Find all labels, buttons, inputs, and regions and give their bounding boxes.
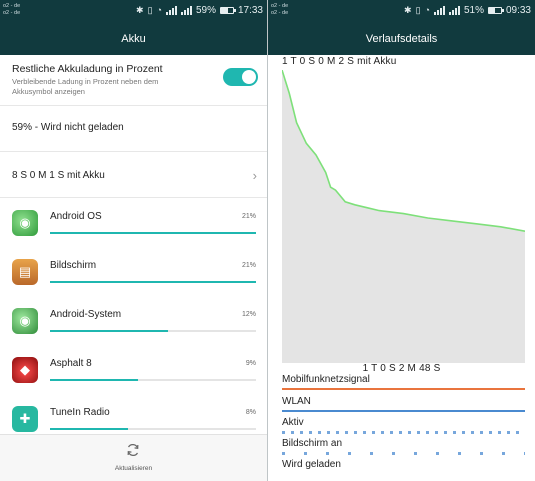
lane-bar <box>282 388 525 390</box>
bluetooth-icon: ✱ <box>136 5 144 15</box>
battery-percent: 59% <box>195 4 216 16</box>
lane-activity-marks <box>282 452 525 455</box>
carrier-label: o2 - de <box>271 3 289 9</box>
lane-label: Bildschirm an <box>282 438 343 449</box>
bottom-bar: Aktualisieren <box>0 434 267 481</box>
lane-label: Wird geladen <box>282 459 341 470</box>
usage-bar <box>50 232 256 234</box>
app-name: TuneIn Radio <box>50 407 110 418</box>
battery-percent-toggle-row[interactable]: Restliche Akkuladung in Prozent Verbleib… <box>0 55 267 106</box>
lane-label: Aktiv <box>282 417 304 428</box>
usage-bar <box>50 330 256 332</box>
battery-icon <box>219 6 236 14</box>
status-bar: o2 - de o2 - de ✱ ▯ ◔ 51% 09:33 <box>268 0 535 22</box>
asphalt-icon: ◆ <box>12 357 38 383</box>
charge-status-row: 59% - Wird nicht geladen <box>0 106 267 152</box>
toggle-subtitle: Verbleibende Ladung in Prozent neben dem… <box>12 77 159 96</box>
bluetooth-icon: ✱ <box>404 5 412 15</box>
signal-icon <box>433 5 445 15</box>
usage-duration-row[interactable]: 8 S 0 M 1 S mit Akku › <box>0 152 267 198</box>
clock: 09:33 <box>505 4 531 16</box>
android-os-icon: ◉ <box>12 210 38 236</box>
wifi-icon: ◔ <box>156 5 162 15</box>
signal-icon <box>448 5 460 15</box>
carrier-label: o2 - de <box>3 3 21 9</box>
app-name: Bildschirm <box>50 260 97 271</box>
battery-screen: o2 - de o2 - de ✱ ▯ ◔ 59% 17:33 Akku Res… <box>0 0 267 481</box>
usage-bar <box>50 281 256 283</box>
usage-bar-fill <box>50 281 256 283</box>
vibrate-icon: ▯ <box>147 5 153 15</box>
usage-duration: 8 S 0 M 1 S mit Akku <box>12 170 105 181</box>
app-usage-item[interactable]: ▤ Bildschirm 21% <box>0 247 267 296</box>
display-icon: ▤ <box>12 259 38 285</box>
app-name: Asphalt 8 <box>50 358 92 369</box>
page-title: Verlaufsdetails <box>268 22 535 55</box>
app-percent: 21% <box>241 262 256 269</box>
status-bar: o2 - de o2 - de ✱ ▯ ◔ 59% 17:33 <box>0 0 267 22</box>
toggle-title: Restliche Akkuladung in Prozent <box>12 63 163 75</box>
lane-label: WLAN <box>282 396 311 407</box>
refresh-icon[interactable] <box>126 443 140 457</box>
clock: 17:33 <box>237 4 263 16</box>
app-name: Android OS <box>50 211 102 222</box>
app-percent: 21% <box>241 213 256 220</box>
chevron-right-icon: › <box>252 168 257 183</box>
usage-bar-fill <box>50 428 129 430</box>
usage-bar-fill <box>50 232 256 234</box>
android-system-icon: ◉ <box>12 308 38 334</box>
vibrate-icon: ▯ <box>415 5 421 15</box>
signal-icon <box>180 5 192 15</box>
usage-bar-fill <box>50 330 168 332</box>
history-duration-bottom: 1 T 0 S 2 M 48 S <box>362 363 441 374</box>
tunein-icon: ✚ <box>12 406 38 432</box>
carrier-label: o2 - de <box>271 10 289 16</box>
app-usage-item[interactable]: ◉ Android-System 12% <box>0 296 267 345</box>
history-details-screen: o2 - de o2 - de ✱ ▯ ◔ 51% 09:33 Verlaufs… <box>268 0 535 481</box>
app-usage-item[interactable]: ◉ Android OS 21% <box>0 198 267 247</box>
battery-percent: 51% <box>463 4 484 16</box>
lane-bar <box>282 410 525 412</box>
app-name: Android-System <box>50 309 122 320</box>
app-percent: 12% <box>241 311 256 318</box>
carrier-label: o2 - de <box>3 10 21 16</box>
usage-bar <box>50 428 256 430</box>
app-percent: 9% <box>245 360 256 367</box>
lane-activity-marks <box>282 431 525 434</box>
app-percent: 8% <box>245 409 256 416</box>
battery-percent-switch[interactable] <box>223 68 258 86</box>
battery-icon <box>487 6 504 14</box>
app-usage-item[interactable]: ◆ Asphalt 8 9% <box>0 345 267 394</box>
refresh-label[interactable]: Aktualisieren <box>0 465 267 472</box>
lane-label: Mobilfunknetzsignal <box>282 374 370 385</box>
history-duration-top: 1 T 0 S 0 M 2 S mit Akku <box>282 56 397 67</box>
signal-icon <box>165 5 177 15</box>
usage-bar-fill <box>50 379 139 381</box>
battery-history-chart <box>282 70 525 363</box>
wifi-icon: ◔ <box>424 5 430 15</box>
page-title: Akku <box>0 22 267 55</box>
charge-status: 59% - Wird nicht geladen <box>12 122 124 133</box>
usage-bar <box>50 379 256 381</box>
